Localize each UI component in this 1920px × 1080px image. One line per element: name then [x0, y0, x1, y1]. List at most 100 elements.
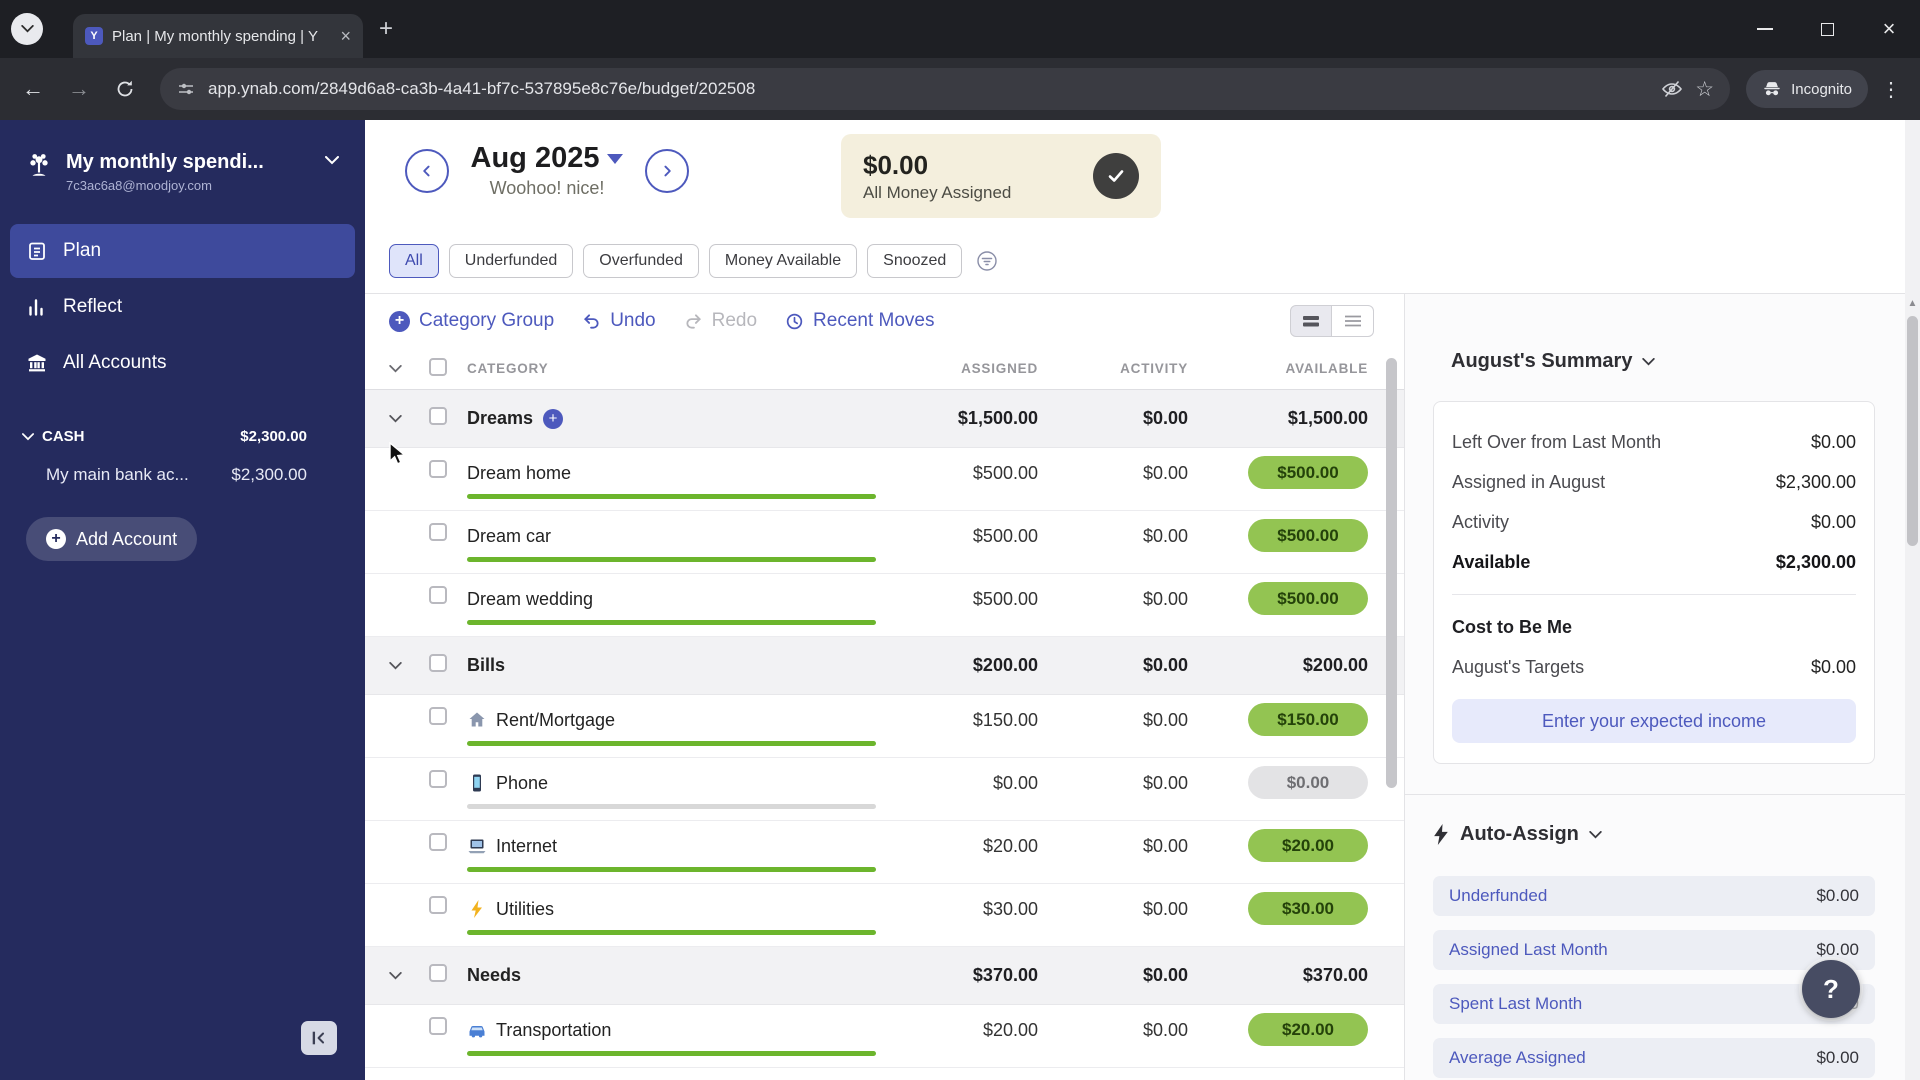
category-name[interactable]: Dream wedding	[467, 589, 593, 610]
filter-underfunded[interactable]: Underfunded	[448, 244, 574, 278]
browser-menu-icon[interactable]: ⋮	[1876, 77, 1906, 102]
page-scrollbar[interactable]: ▲	[1905, 120, 1920, 1080]
minimize-button[interactable]	[1734, 0, 1796, 58]
filter-money-available[interactable]: Money Available	[708, 244, 858, 278]
assigned-value[interactable]: $20.00	[888, 833, 1038, 859]
group-name[interactable]: Dreams	[467, 408, 533, 429]
column-activity[interactable]: ACTIVITY	[1038, 361, 1188, 376]
category-row[interactable]: Internet $20.00 $0.00 $20.00	[365, 821, 1404, 884]
category-row[interactable]: Phone $0.00 $0.00 $0.00	[365, 758, 1404, 821]
auto-assign-row[interactable]: Average Assigned $0.00	[1433, 1038, 1875, 1078]
group-collapse-chevron[interactable]	[389, 661, 429, 670]
category-name[interactable]: Dream home	[467, 463, 571, 484]
tab-close-icon[interactable]: ×	[340, 27, 351, 45]
available-pill[interactable]: $500.00	[1248, 456, 1368, 489]
auto-assign-row[interactable]: Assigned Last Month $0.00	[1433, 930, 1875, 970]
month-title[interactable]: Aug 2025	[471, 142, 600, 175]
category-name[interactable]: Phone	[496, 773, 548, 794]
site-info-icon[interactable]	[176, 79, 196, 99]
budget-chevron-icon[interactable]	[325, 156, 339, 165]
category-checkbox[interactable]	[429, 770, 447, 788]
cash-group-header[interactable]: CASH $2,300.00	[0, 428, 365, 445]
auto-assign-row[interactable]: Underfunded $0.00	[1433, 876, 1875, 916]
group-collapse-chevron[interactable]	[389, 971, 429, 980]
filter-options-button[interactable]	[976, 250, 998, 272]
next-month-button[interactable]	[645, 148, 689, 193]
category-row[interactable]: Dream home $500.00 $0.00 $500.00	[365, 448, 1404, 511]
assigned-value[interactable]: $0.00	[888, 770, 1038, 796]
auto-assign-header[interactable]: Auto-Assign	[1433, 823, 1875, 846]
collapse-sidebar-button[interactable]	[301, 1021, 337, 1055]
category-group-row[interactable]: Bills + $200.00 $0.00 $200.00	[365, 637, 1404, 695]
select-all-checkbox[interactable]	[429, 358, 447, 376]
browser-tab[interactable]: Y Plan | My monthly spending | Y ×	[73, 14, 363, 58]
filter-all[interactable]: All	[389, 244, 439, 278]
month-selector[interactable]: Aug 2025 Woohoo! nice!	[465, 142, 629, 199]
group-checkbox[interactable]	[429, 407, 447, 425]
filter-overfunded[interactable]: Overfunded	[583, 244, 699, 278]
eye-off-icon[interactable]	[1661, 78, 1683, 100]
category-checkbox[interactable]	[429, 896, 447, 914]
category-checkbox[interactable]	[429, 1017, 447, 1035]
group-checkbox[interactable]	[429, 654, 447, 672]
category-row[interactable]: Dream car $500.00 $0.00 $500.00	[365, 511, 1404, 574]
address-bar[interactable]: app.ynab.com/2849d6a8-ca3b-4a41-bf7c-537…	[160, 68, 1731, 110]
help-button[interactable]: ?	[1802, 960, 1860, 1018]
back-button[interactable]: ←	[14, 70, 52, 108]
table-scrollbar[interactable]	[1386, 358, 1397, 788]
close-button[interactable]: ×	[1858, 0, 1920, 58]
maximize-button[interactable]	[1796, 0, 1858, 58]
redo-button[interactable]: Redo	[684, 310, 757, 332]
assigned-value[interactable]: $500.00	[888, 460, 1038, 486]
category-checkbox[interactable]	[429, 707, 447, 725]
previous-month-button[interactable]	[405, 148, 449, 193]
category-name[interactable]: Dream car	[467, 526, 551, 547]
sidebar-item-reflect[interactable]: Reflect	[10, 280, 355, 334]
group-checkbox[interactable]	[429, 964, 447, 982]
category-row[interactable]: Utilities $30.00 $0.00 $30.00	[365, 884, 1404, 947]
category-checkbox[interactable]	[429, 586, 447, 604]
add-category-button[interactable]: +	[543, 408, 564, 429]
assigned-value[interactable]: $500.00	[888, 586, 1038, 612]
category-row[interactable]: Rent/Mortgage $150.00 $0.00 $150.00	[365, 695, 1404, 758]
scroll-up-arrow[interactable]: ▲	[1905, 298, 1920, 309]
category-group-row[interactable]: Needs + $370.00 $0.00 $370.00	[365, 947, 1404, 1005]
available-pill[interactable]: $20.00	[1248, 829, 1368, 862]
budget-switcher[interactable]: My monthly spendi... 7c3ac6a8@moodjoy.co…	[0, 120, 365, 194]
bookmark-star-icon[interactable]: ☆	[1695, 77, 1714, 102]
category-checkbox[interactable]	[429, 523, 447, 541]
category-name[interactable]: Utilities	[496, 899, 554, 920]
forward-button[interactable]: →	[60, 70, 98, 108]
category-checkbox[interactable]	[429, 833, 447, 851]
category-name[interactable]: Internet	[496, 836, 557, 857]
sidebar-item-all-accounts[interactable]: All Accounts	[10, 336, 355, 390]
assigned-value[interactable]: $500.00	[888, 523, 1038, 549]
sidebar-account-row[interactable]: My main bank ac... $2,300.00	[0, 465, 365, 485]
compact-view-button[interactable]	[1290, 305, 1332, 337]
available-pill[interactable]: $20.00	[1248, 1013, 1368, 1046]
list-view-button[interactable]	[1332, 305, 1374, 337]
add-category-group-button[interactable]: + Category Group	[389, 310, 554, 332]
column-category[interactable]: CATEGORY	[467, 361, 888, 376]
column-assigned[interactable]: ASSIGNED	[888, 361, 1038, 376]
undo-button[interactable]: Undo	[582, 310, 656, 332]
category-name[interactable]: Transportation	[496, 1020, 611, 1041]
category-row[interactable]: Transportation $20.00 $0.00 $20.00	[365, 1005, 1404, 1068]
group-collapse-chevron[interactable]	[389, 414, 429, 423]
enter-expected-income-button[interactable]: Enter your expected income	[1452, 699, 1856, 743]
add-account-button[interactable]: + Add Account	[26, 517, 198, 562]
category-group-row[interactable]: Dreams + $1,500.00 $0.00 $1,500.00	[365, 390, 1404, 448]
available-pill[interactable]: $0.00	[1248, 766, 1368, 799]
collapse-all-chevron[interactable]	[389, 364, 429, 373]
recent-moves-button[interactable]: Recent Moves	[785, 310, 934, 332]
category-row[interactable]: Dream wedding $500.00 $0.00 $500.00	[365, 574, 1404, 637]
sidebar-item-plan[interactable]: Plan	[10, 224, 355, 279]
category-checkbox[interactable]	[429, 460, 447, 478]
available-pill[interactable]: $500.00	[1248, 519, 1368, 552]
scrollbar-thumb[interactable]	[1907, 316, 1918, 546]
assigned-value[interactable]: $150.00	[888, 707, 1038, 733]
group-name[interactable]: Bills	[467, 655, 505, 676]
available-pill[interactable]: $500.00	[1248, 582, 1368, 615]
category-name[interactable]: Rent/Mortgage	[496, 710, 615, 731]
assigned-value[interactable]: $20.00	[888, 1017, 1038, 1043]
